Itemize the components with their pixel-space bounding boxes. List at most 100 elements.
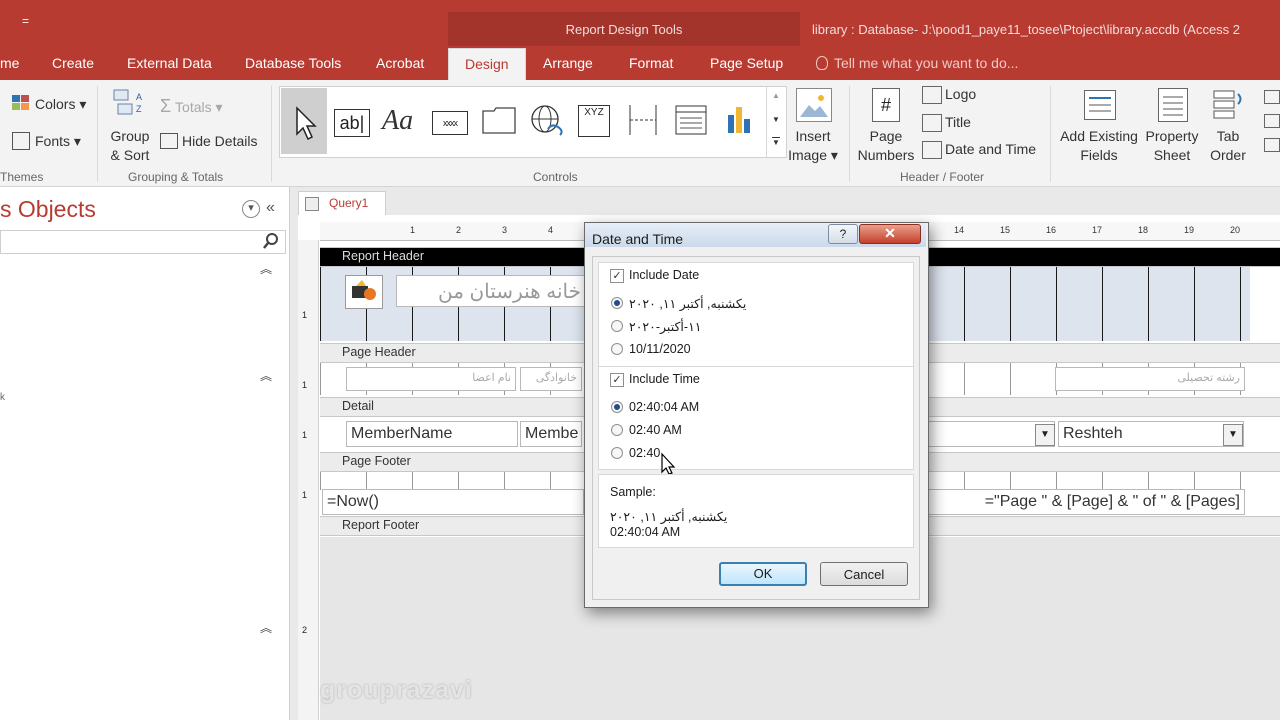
scroll-down-icon[interactable]: ▼ bbox=[772, 115, 780, 124]
report-icon bbox=[305, 197, 319, 211]
hide-details-icon bbox=[160, 133, 178, 149]
label-control[interactable]: Aa bbox=[380, 93, 422, 149]
report-title-label[interactable]: خانه هنرستان من bbox=[396, 275, 586, 307]
select-pointer-control[interactable] bbox=[281, 88, 327, 154]
reshteh-field[interactable]: Reshteh bbox=[1058, 421, 1244, 447]
fonts-icon bbox=[12, 132, 30, 150]
controls-group-label: Controls bbox=[533, 170, 578, 184]
tab-order-label-2: Order bbox=[1210, 147, 1246, 163]
text-box-glyph: ab| bbox=[334, 109, 370, 137]
add-existing-fields-button[interactable]: Add Existing Fields bbox=[1058, 127, 1140, 165]
time-format-option-1: 02:40:04 AM bbox=[629, 400, 700, 414]
colors-button[interactable]: Colors ▾ bbox=[35, 96, 86, 113]
page-numbers-button[interactable]: Page Numbers bbox=[855, 127, 917, 165]
date-format-radio-1[interactable] bbox=[611, 297, 623, 309]
chart-control[interactable] bbox=[718, 93, 760, 149]
detail-label: Detail bbox=[342, 399, 374, 413]
include-time-checkbox[interactable]: ✓ bbox=[610, 373, 624, 387]
svg-text:Z: Z bbox=[136, 104, 142, 114]
totals-button[interactable]: Σ Totals ▾ bbox=[160, 96, 223, 117]
tell-me-box[interactable]: Tell me what you want to do... bbox=[816, 46, 1018, 80]
search-icon[interactable] bbox=[262, 232, 280, 250]
time-format-radio-2[interactable] bbox=[611, 424, 623, 436]
time-format-radio-3[interactable] bbox=[611, 447, 623, 459]
subreport-control[interactable] bbox=[670, 93, 712, 149]
ruler-number: 20 bbox=[1230, 225, 1241, 235]
close-icon[interactable]: ✕ bbox=[859, 224, 921, 244]
group-sort-button[interactable]: Group & Sort bbox=[108, 127, 152, 165]
header-label-family[interactable]: خانوادگی bbox=[520, 367, 582, 391]
nav-pane-title: s Objects bbox=[0, 196, 96, 222]
quick-access-toolbar[interactable]: = bbox=[22, 14, 29, 28]
now-field[interactable]: =Now() bbox=[322, 489, 584, 515]
vruler-number: 1 bbox=[302, 310, 308, 320]
database-title: library : Database- J:\pood1_paye11_tose… bbox=[812, 22, 1241, 37]
gallery-more-icon[interactable]: ▼ bbox=[772, 137, 780, 147]
page-number-field[interactable]: ="Page " & [Page] & " of " & [Pages] bbox=[927, 489, 1245, 515]
vertical-ruler: 1 1 1 1 2 bbox=[298, 240, 319, 720]
logo-button[interactable]: Logo bbox=[945, 86, 976, 102]
member-name-field[interactable]: MemberName bbox=[346, 421, 518, 447]
fonts-button[interactable]: Fonts ▾ bbox=[35, 133, 81, 150]
tab-database-tools[interactable]: Database Tools bbox=[241, 46, 345, 80]
member-family-field[interactable]: Membe bbox=[520, 421, 582, 447]
report-logo-image[interactable] bbox=[345, 275, 383, 309]
property-sheet-button[interactable]: Property Sheet bbox=[1140, 127, 1204, 165]
property-sheet-label-1: Property bbox=[1145, 128, 1199, 144]
property-sheet-icon bbox=[1158, 88, 1188, 122]
grouping-totals-group-label: Grouping & Totals bbox=[128, 170, 224, 184]
date-format-radio-2[interactable] bbox=[611, 320, 623, 332]
button-glyph: xxxx bbox=[432, 111, 468, 135]
tab-format[interactable]: Format bbox=[625, 46, 677, 80]
nav-menu-icon[interactable]: ▾ bbox=[242, 200, 260, 218]
help-icon[interactable]: ? bbox=[828, 224, 858, 244]
group-sort-icon: AZ bbox=[112, 86, 148, 122]
collapse-up-icon[interactable]: ︽ bbox=[260, 619, 272, 636]
include-date-label: Include Date bbox=[629, 268, 700, 282]
gallery-scroll[interactable]: ▲ ▼ ▼ bbox=[766, 87, 786, 157]
time-format-radio-1[interactable] bbox=[611, 401, 623, 413]
text-box-control[interactable]: ab| bbox=[332, 93, 374, 149]
more-tools-icon[interactable] bbox=[1262, 88, 1280, 158]
hyperlink-control[interactable] bbox=[526, 93, 568, 149]
hide-details-button[interactable]: Hide Details bbox=[182, 133, 257, 149]
calendar-icon bbox=[922, 141, 942, 159]
date-format-radio-3[interactable] bbox=[611, 343, 623, 355]
nav-search-input[interactable] bbox=[0, 230, 286, 254]
sample-date: یکشنبه, أکتبر ۱۱, ۲۰۲۰ bbox=[610, 510, 728, 524]
button-control[interactable]: xxxx bbox=[430, 93, 472, 149]
tab-order-button[interactable]: Tab Order bbox=[1206, 127, 1250, 165]
dropdown-arrow-icon[interactable]: ▼ bbox=[1035, 424, 1055, 446]
collapse-up-icon[interactable]: ︽ bbox=[260, 367, 272, 384]
tab-page-setup[interactable]: Page Setup bbox=[706, 46, 787, 80]
title-button[interactable]: Title bbox=[945, 114, 971, 130]
header-label-major[interactable]: رشته تحصیلی bbox=[1055, 367, 1245, 391]
scroll-up-icon[interactable]: ▲ bbox=[772, 91, 780, 100]
insert-image-button[interactable]: Insert Image ▾ bbox=[785, 127, 841, 165]
web-browser-control[interactable]: XYZ bbox=[574, 93, 616, 149]
logo-icon bbox=[922, 86, 942, 104]
tab-home[interactable]: me bbox=[0, 46, 23, 80]
header-label-member-name[interactable]: نام اعضا bbox=[346, 367, 516, 391]
page-break-control[interactable] bbox=[622, 93, 664, 149]
add-existing-label-2: Fields bbox=[1080, 147, 1118, 163]
tab-arrange[interactable]: Arrange bbox=[539, 46, 597, 80]
tab-acrobat[interactable]: Acrobat bbox=[372, 46, 428, 80]
nav-collapse-icon[interactable]: « bbox=[266, 199, 275, 217]
add-existing-fields-icon bbox=[1084, 90, 1116, 120]
vruler-number: 2 bbox=[302, 625, 308, 635]
ruler-number: 16 bbox=[1046, 225, 1057, 235]
group-separator bbox=[849, 86, 850, 182]
collapse-up-icon[interactable]: ︽ bbox=[260, 260, 272, 277]
tab-create[interactable]: Create bbox=[48, 46, 98, 80]
tab-control[interactable] bbox=[478, 93, 520, 149]
ok-button[interactable]: OK bbox=[719, 562, 807, 586]
document-tab-query1[interactable]: Query1 bbox=[298, 191, 386, 216]
include-date-checkbox[interactable]: ✓ bbox=[610, 269, 624, 283]
tab-external-data[interactable]: External Data bbox=[123, 46, 216, 80]
dropdown-arrow-icon[interactable]: ▼ bbox=[1223, 424, 1243, 446]
cancel-button[interactable]: Cancel bbox=[820, 562, 908, 586]
insert-image-icon bbox=[796, 88, 832, 122]
tab-design[interactable]: Design bbox=[448, 48, 526, 81]
date-and-time-button[interactable]: Date and Time bbox=[945, 141, 1036, 157]
